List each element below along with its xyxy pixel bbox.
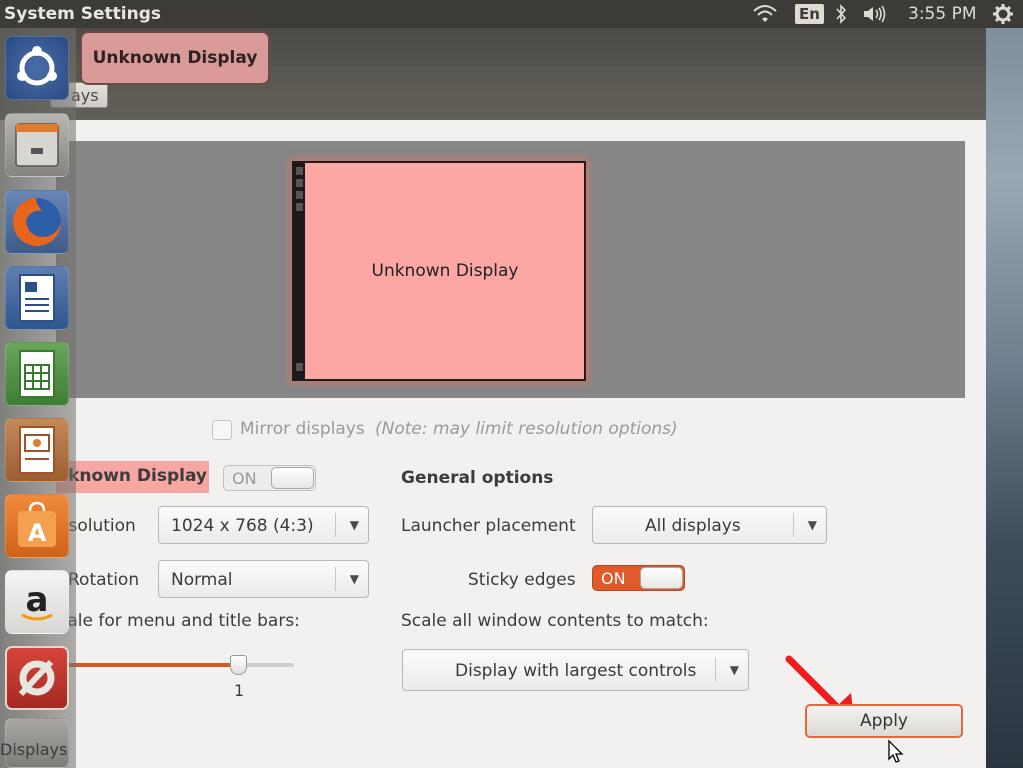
sticky-switch-label: ON [601, 569, 626, 588]
calc-icon[interactable] [5, 342, 69, 406]
launcher: A a Displays [0, 28, 76, 768]
dropdown-separator [715, 658, 716, 682]
chevron-down-icon: ▼ [729, 663, 739, 677]
launcher-placement-dropdown[interactable]: All displays ▼ [592, 506, 827, 544]
scale-slider-handle[interactable] [230, 655, 247, 675]
clock-label: 3:55 PM [908, 4, 977, 24]
launcher-placement-value: All displays [645, 516, 741, 536]
clock[interactable]: 3:55 PM [908, 0, 977, 28]
dropdown-separator [335, 513, 336, 537]
volume-icon[interactable] [862, 0, 890, 28]
language-label: En [795, 4, 824, 24]
chevron-down-icon: ▼ [349, 572, 359, 586]
monitor-arrangement-area[interactable]: Unknown Display [56, 141, 965, 398]
files-icon[interactable] [5, 113, 69, 177]
resolution-dropdown[interactable]: 1024 x 768 (4:3) ▼ [158, 506, 369, 544]
scale-all-dropdown[interactable]: Display with largest controls ▼ [402, 649, 749, 691]
svg-text:a: a [26, 580, 49, 620]
amazon-icon[interactable]: a [5, 570, 69, 634]
chevron-down-icon: ▼ [349, 518, 359, 532]
ubuntu-dash-icon[interactable] [5, 36, 69, 100]
impress-icon[interactable] [5, 418, 69, 482]
rotation-value: Normal [171, 570, 233, 590]
writer-icon[interactable] [5, 266, 69, 330]
app-title: System Settings [4, 4, 161, 24]
bluetooth-icon[interactable] [834, 0, 848, 28]
chevron-down-icon: ▼ [807, 518, 817, 532]
monitor-launcher-strip [294, 163, 305, 379]
wifi-icon[interactable] [752, 0, 778, 28]
switch-knob [640, 567, 683, 589]
software-center-icon[interactable]: A [5, 494, 69, 558]
mouse-cursor-icon [888, 739, 904, 763]
top-panel: System Settings En 3:55 PM [0, 0, 1023, 28]
launcher-placement-label: Launcher placement [401, 516, 576, 536]
sticky-edges-label: Sticky edges [468, 570, 576, 590]
dropdown-separator [335, 567, 336, 591]
scale-value: 1 [234, 681, 245, 700]
dropdown-separator [793, 513, 794, 537]
mirror-note: (Note: may limit resolution options) [375, 419, 678, 439]
system-settings-icon[interactable] [5, 646, 69, 710]
sticky-edges-switch[interactable]: ON [592, 565, 685, 591]
launcher-tooltip: Displays [0, 740, 68, 759]
scale-slider-fill [56, 663, 238, 667]
resolution-value: 1024 x 768 (4:3) [171, 516, 314, 536]
mirror-displays-checkbox[interactable] [212, 420, 232, 440]
scale-all-label: Scale all window contents to match: [401, 611, 709, 631]
desktop-wallpaper [986, 28, 1023, 768]
firefox-icon[interactable] [5, 190, 69, 254]
display-name-badge: Unknown Display [80, 31, 270, 85]
monitor-label: Unknown Display [371, 261, 519, 281]
display-on-switch[interactable]: ON [223, 465, 316, 491]
rotation-label: Rotation [68, 570, 140, 590]
apply-button[interactable]: Apply [805, 704, 963, 738]
mirror-displays-label: Mirror displays [240, 419, 365, 439]
switch-knob [271, 467, 314, 489]
rotation-dropdown[interactable]: Normal ▼ [158, 560, 369, 598]
gear-icon[interactable] [992, 0, 1014, 28]
monitor-preview[interactable]: Unknown Display [292, 161, 586, 381]
svg-text:A: A [28, 519, 47, 547]
language-indicator[interactable]: En [795, 0, 824, 28]
display-section-name: nknown Display [56, 461, 209, 493]
scale-label: cale for menu and title bars: [58, 611, 300, 631]
display-switch-label: ON [232, 469, 257, 488]
general-options-title: General options [401, 468, 554, 488]
scale-all-value: Display with largest controls [455, 661, 697, 681]
